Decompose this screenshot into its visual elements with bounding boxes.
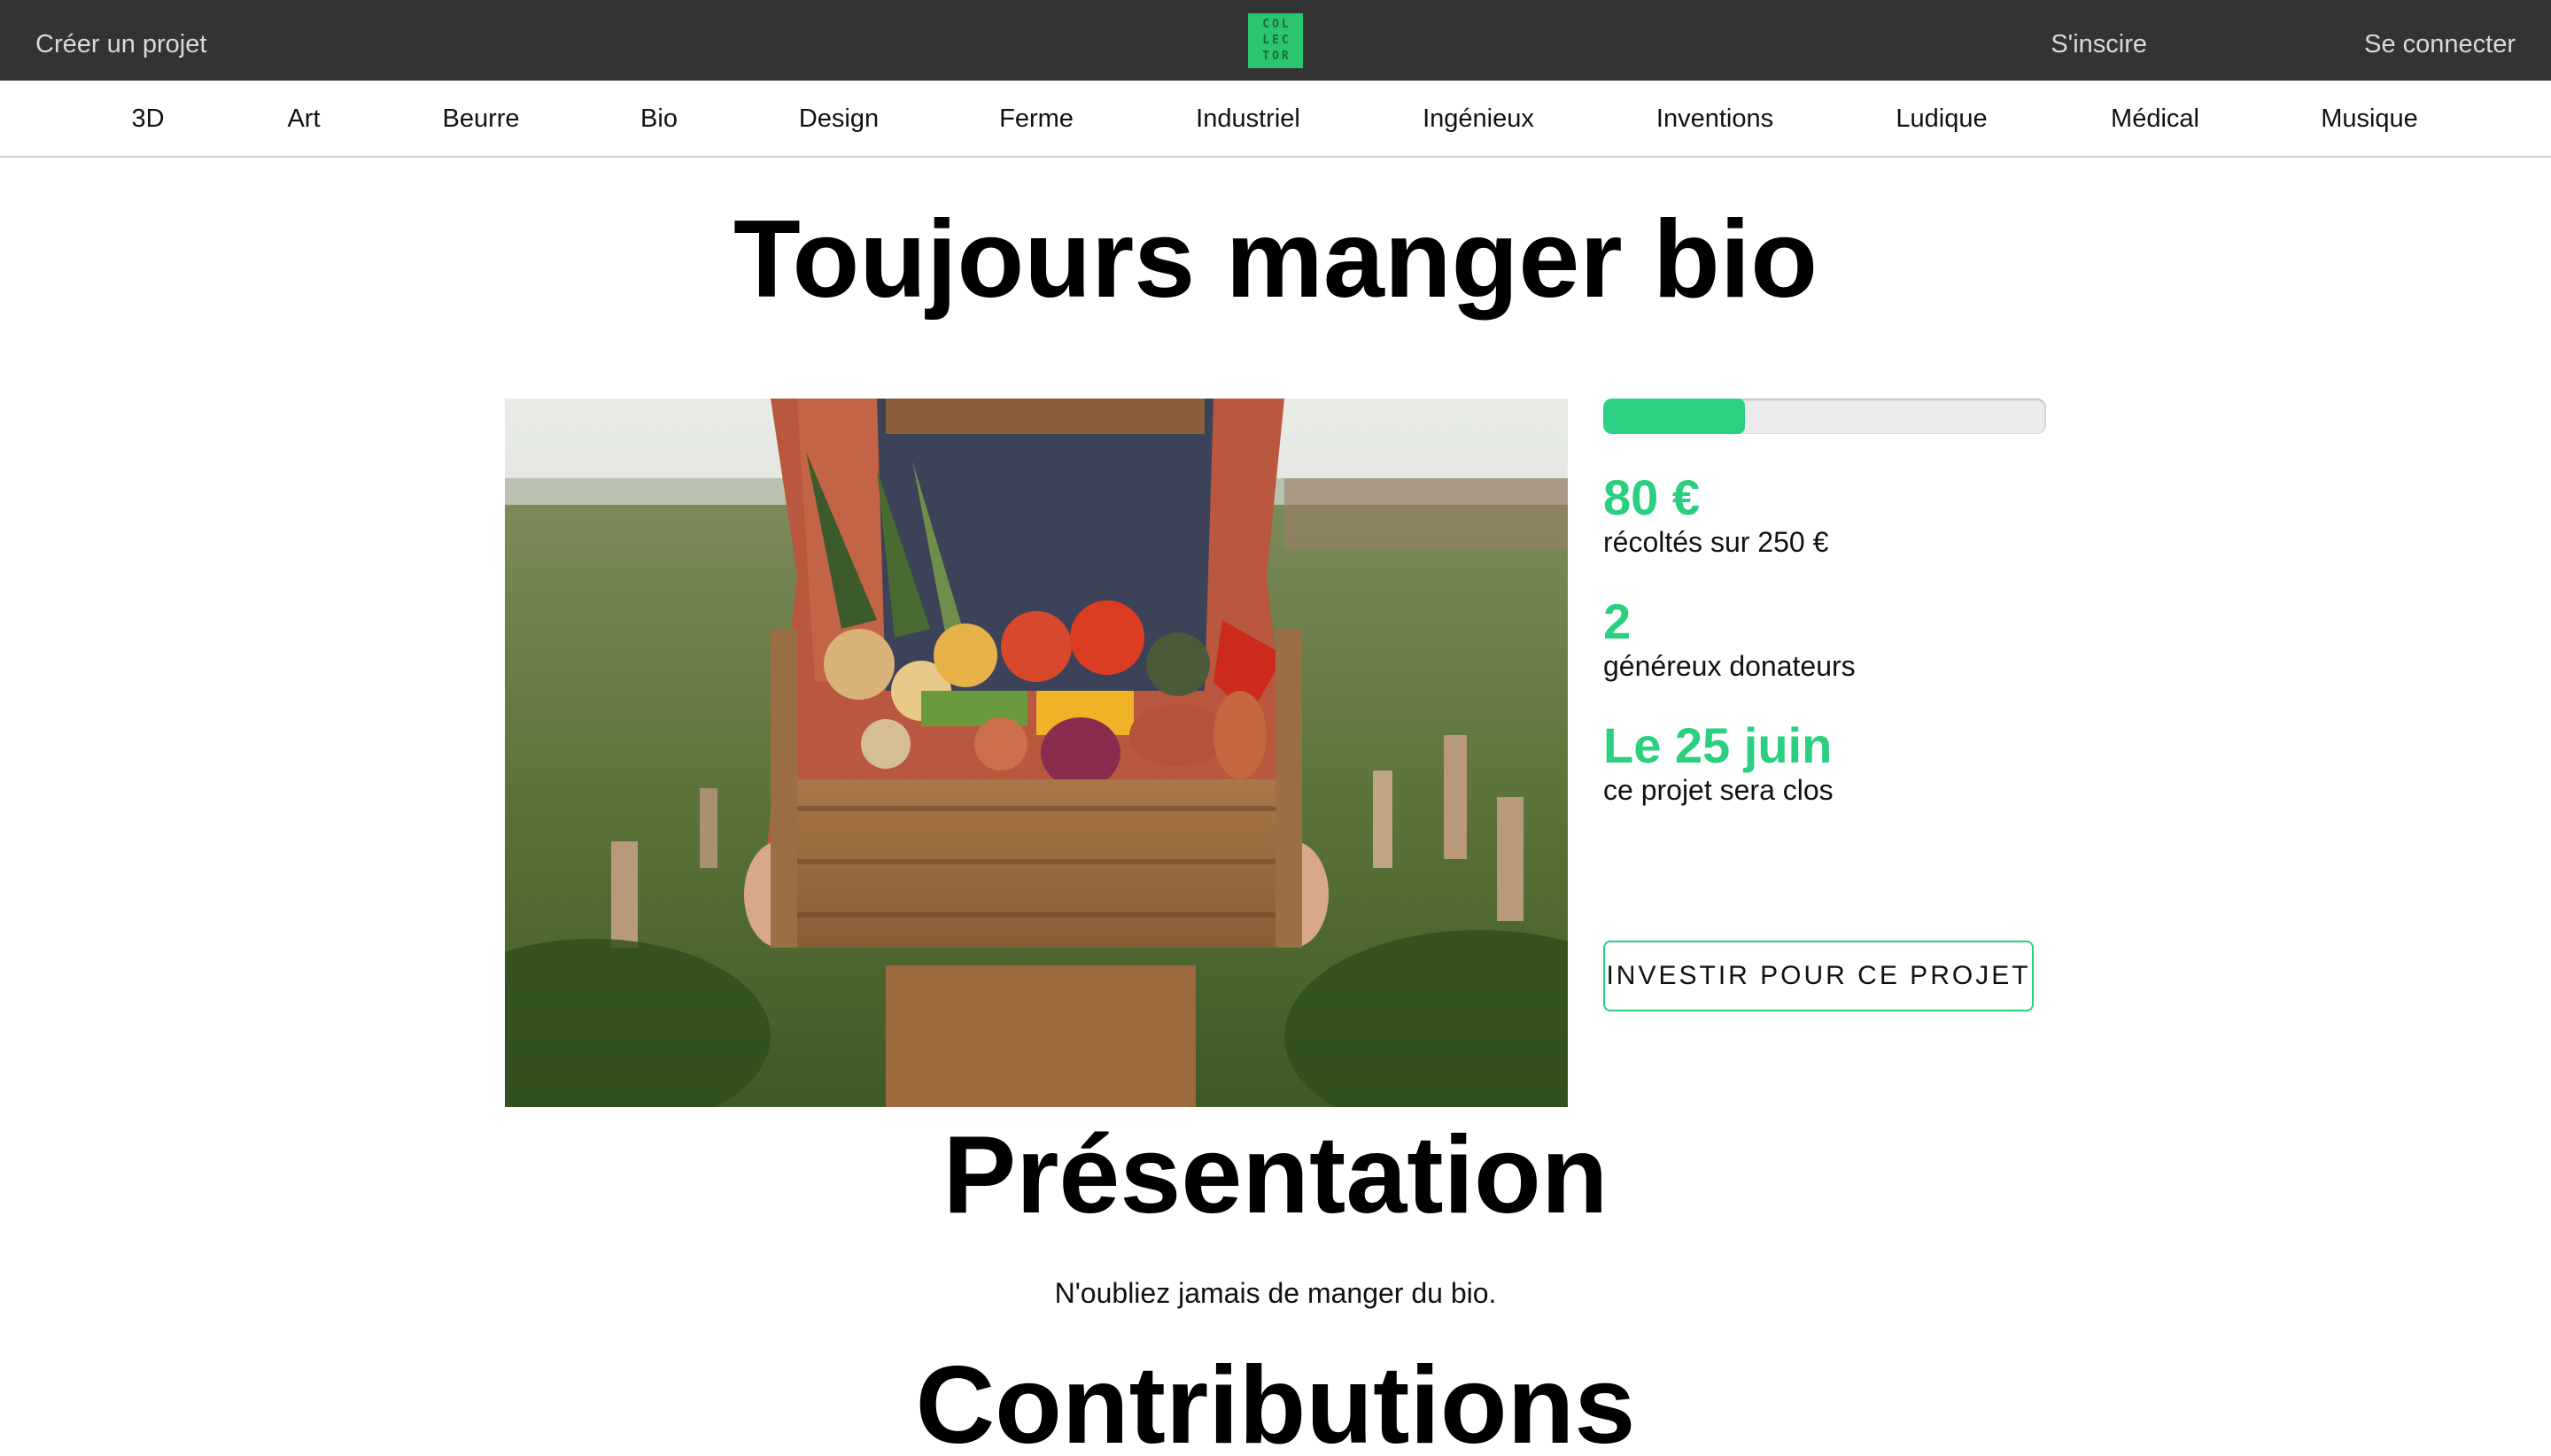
close-label: ce projet sera clos — [1603, 774, 1834, 806]
category-bio[interactable]: Bio — [640, 81, 678, 158]
funding-progress-fill — [1603, 399, 1745, 434]
donors-label: généreux donateurs — [1603, 650, 1856, 682]
category-ludique[interactable]: Ludique — [1896, 81, 1987, 158]
category-ingenieux[interactable]: Ingénieux — [1423, 81, 1534, 158]
contributions-title: Contributions — [915, 1344, 1636, 1456]
category-nav: 3D Art Beurre Bio Design Ferme Industrie… — [0, 81, 2551, 158]
project-title: Toujours manger bio — [733, 198, 1818, 321]
funding-progress-bar — [1603, 399, 2046, 434]
logo-line-2: LEC — [1262, 34, 1291, 47]
category-ferme[interactable]: Ferme — [999, 81, 1074, 158]
login-link[interactable]: Se connecter — [2364, 0, 2516, 81]
close-date: Le 25 juin — [1603, 717, 1833, 773]
category-inventions[interactable]: Inventions — [1656, 81, 1773, 158]
top-bar: Créer un projet COL LEC TOR S'inscire Se… — [0, 0, 2551, 81]
category-medical[interactable]: Médical — [2111, 81, 2199, 158]
category-design[interactable]: Design — [799, 81, 879, 158]
donors-count: 2 — [1603, 593, 1632, 649]
collector-logo[interactable]: COL LEC TOR — [1248, 13, 1303, 68]
logo-line-1: COL — [1262, 18, 1291, 31]
category-musique[interactable]: Musique — [2321, 81, 2418, 158]
raised-label: récoltés sur 250 € — [1603, 526, 1829, 558]
presentation-title: Présentation — [942, 1114, 1609, 1236]
logo-line-3: TOR — [1262, 50, 1291, 63]
presentation-text: N'oubliez jamais de manger du bio. — [1054, 1277, 1497, 1309]
invest-button[interactable]: INVESTIR POUR CE PROJET — [1603, 941, 2034, 1011]
create-project-link[interactable]: Créer un projet — [35, 0, 206, 81]
category-art[interactable]: Art — [287, 81, 320, 158]
signup-link[interactable]: S'inscire — [2051, 0, 2147, 81]
raised-amount: 80 € — [1603, 469, 1700, 525]
category-3d[interactable]: 3D — [131, 81, 164, 158]
project-image — [505, 399, 1568, 1107]
category-industriel[interactable]: Industriel — [1196, 81, 1300, 158]
category-beurre[interactable]: Beurre — [442, 81, 519, 158]
